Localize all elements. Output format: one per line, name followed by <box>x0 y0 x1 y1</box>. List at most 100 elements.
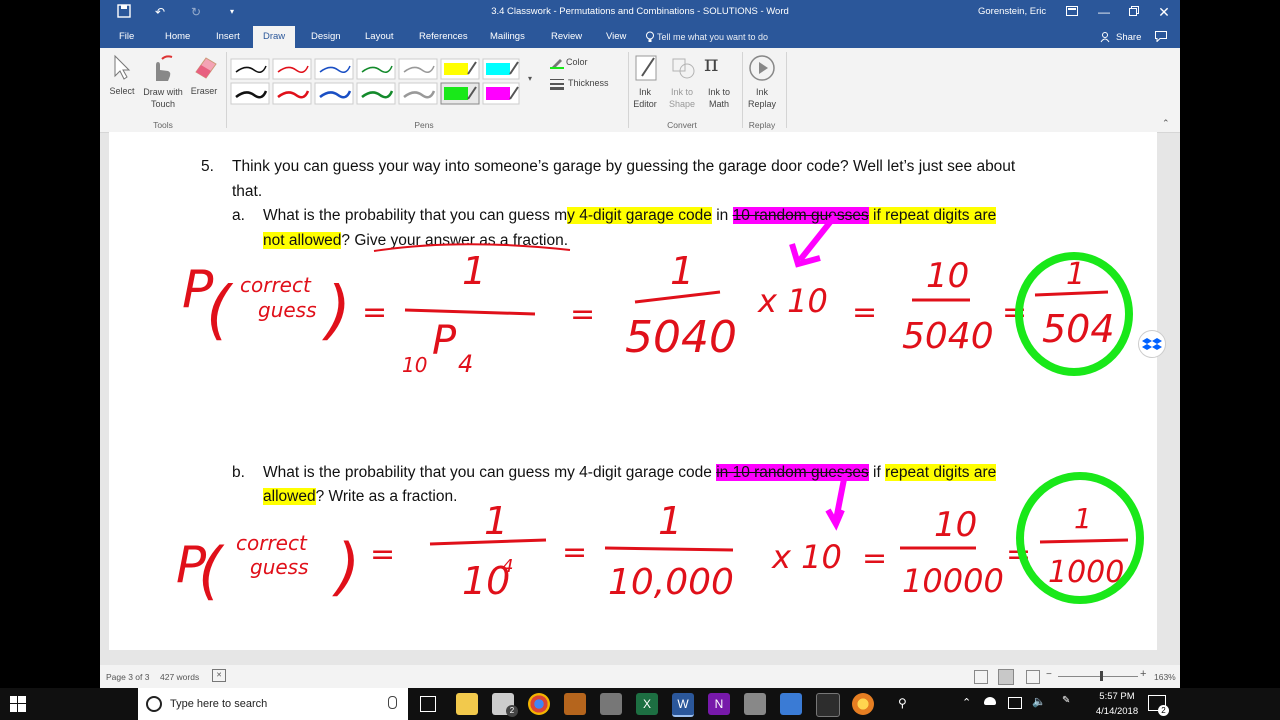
divider <box>742 52 743 128</box>
notification-badge: 2 <box>1158 705 1169 716</box>
select-arrow-icon <box>114 54 131 80</box>
restore-icon[interactable] <box>1126 4 1142 20</box>
ink-to-math-icon[interactable]: π <box>704 52 718 77</box>
thickness-button[interactable]: Thickness <box>568 78 609 88</box>
draw-with-touch-icon[interactable] <box>148 53 174 88</box>
ink-a-ans-num: 1 <box>1066 257 1085 292</box>
excel-icon[interactable]: X <box>636 693 658 715</box>
app-icon[interactable] <box>780 693 802 715</box>
color-icon[interactable] <box>550 56 564 74</box>
divider <box>786 52 787 128</box>
page-count[interactable]: Page 3 of 3 <box>106 672 149 682</box>
ink-arrow-b <box>825 473 848 531</box>
word-icon[interactable]: W <box>672 693 694 717</box>
zoom-slider[interactable] <box>1058 676 1138 677</box>
tab-design[interactable]: Design <box>311 31 341 42</box>
highlighter-cyan[interactable] <box>482 58 520 80</box>
pen-workspace-icon[interactable]: ✎ <box>1062 695 1070 706</box>
ink-a-eq2: = <box>570 297 595 332</box>
snipping-tool-icon[interactable] <box>600 693 622 715</box>
zoom-in-icon[interactable]: + <box>1140 668 1146 680</box>
read-mode-icon[interactable] <box>974 670 988 684</box>
ink-to-shape-icon[interactable] <box>670 54 696 87</box>
pen-blue-thin[interactable] <box>314 58 354 80</box>
share-icon[interactable] <box>1100 31 1112 46</box>
pen-black-thick[interactable] <box>230 82 270 105</box>
web-layout-icon[interactable] <box>1026 670 1040 684</box>
volume-icon[interactable]: 🔈 <box>1032 695 1046 708</box>
highlighter-magenta[interactable] <box>482 82 520 105</box>
word-count[interactable]: 427 words <box>160 672 199 682</box>
pen-red-thin[interactable] <box>272 58 312 80</box>
onenote-icon[interactable]: N <box>708 693 730 715</box>
replay-group-label: Replay <box>748 120 776 130</box>
sun-app-icon[interactable] <box>852 693 874 715</box>
taskbar-search[interactable]: Type here to search <box>138 688 408 720</box>
pen-gallery <box>230 58 520 106</box>
dropbox-icon[interactable] <box>1138 330 1166 358</box>
pen-blue-thick[interactable] <box>314 82 354 105</box>
tab-references[interactable]: References <box>419 31 468 42</box>
tab-mailings[interactable]: Mailings <box>490 31 525 42</box>
chrome-icon[interactable] <box>528 693 550 715</box>
onedrive-icon[interactable] <box>984 697 996 705</box>
battery-icon[interactable] <box>1008 697 1022 709</box>
people-icon[interactable]: ⚲ <box>898 696 907 710</box>
photos-icon[interactable] <box>816 693 840 717</box>
ink-a-ans-den: 504 <box>1042 307 1115 351</box>
tab-file[interactable]: File <box>119 31 134 42</box>
task-view-icon[interactable] <box>420 696 436 712</box>
windows-start-icon[interactable] <box>10 696 26 717</box>
clock-time[interactable]: 5:57 PM <box>1090 691 1144 702</box>
gallery-more-icon[interactable]: ▾ <box>528 74 532 83</box>
ink-b-guess: guess <box>250 555 309 579</box>
tab-review[interactable]: Review <box>551 31 582 42</box>
show-hidden-icons[interactable]: ⌃ <box>962 696 971 709</box>
pen-red-thick[interactable] <box>272 82 312 105</box>
ink-a-paren-close: ) <box>322 274 351 348</box>
ink-a-f1-P: P <box>432 318 457 364</box>
print-layout-icon[interactable] <box>998 669 1014 685</box>
taskbar: Type here to search 2 X W N ⚲ ⌃ 🔈 ✎ 5:57… <box>0 688 1280 720</box>
pen-gray-thick[interactable] <box>398 82 438 105</box>
color-button[interactable]: Color <box>566 57 588 67</box>
tab-view[interactable]: View <box>606 31 626 42</box>
tab-home[interactable]: Home <box>165 31 190 42</box>
tab-layout[interactable]: Layout <box>365 31 394 42</box>
tab-draw[interactable]: Draw <box>253 26 296 48</box>
pen-green-thin[interactable] <box>356 58 396 80</box>
ink-b-ans-den: 1000 <box>1048 555 1124 590</box>
eraser-icon[interactable] <box>192 54 218 85</box>
thickness-icon[interactable] <box>550 77 564 95</box>
tab-insert[interactable]: Insert <box>216 31 240 42</box>
share-button[interactable]: Share <box>1116 32 1141 43</box>
paint-icon[interactable] <box>744 693 766 715</box>
highlighter-yellow[interactable] <box>440 58 480 80</box>
pen-green-thick[interactable] <box>356 82 396 105</box>
comments-icon[interactable] <box>1155 31 1167 45</box>
file-explorer-icon[interactable] <box>456 693 478 715</box>
ink-replay-icon[interactable] <box>748 54 776 87</box>
ink-b-f1-num: 1 <box>484 499 508 543</box>
zoom-out-icon[interactable]: − <box>1046 669 1052 680</box>
highlighter-green[interactable] <box>440 82 480 105</box>
zoom-slider-thumb[interactable] <box>1100 671 1103 681</box>
proofing-icon[interactable]: ✕ <box>212 669 226 682</box>
zoom-level[interactable]: 163% <box>1154 672 1176 682</box>
select-tool[interactable] <box>112 54 132 85</box>
user-name[interactable]: Gorenstein, Eric <box>978 6 1046 17</box>
ink-a-f1-num: 1 <box>462 249 486 293</box>
tell-me-box[interactable]: Tell me what you want to do <box>657 32 768 42</box>
ink-editor-icon[interactable] <box>634 54 660 87</box>
minimize-icon[interactable]: — <box>1096 4 1112 20</box>
pen-black-thin[interactable] <box>230 58 270 80</box>
collapse-ribbon-icon[interactable]: ⌃ <box>1162 118 1170 129</box>
ribbon-display-icon[interactable] <box>1064 4 1080 20</box>
pen-gray-thin[interactable] <box>398 58 438 80</box>
pens-group-label: Pens <box>414 120 434 130</box>
microphone-icon[interactable] <box>388 696 397 709</box>
close-icon[interactable]: ✕ <box>1156 4 1172 20</box>
status-bar: Page 3 of 3 427 words ✕ − + 163% <box>100 665 1180 688</box>
calculator-app-icon[interactable] <box>564 693 586 715</box>
clock-date[interactable]: 4/14/2018 <box>1088 706 1146 717</box>
